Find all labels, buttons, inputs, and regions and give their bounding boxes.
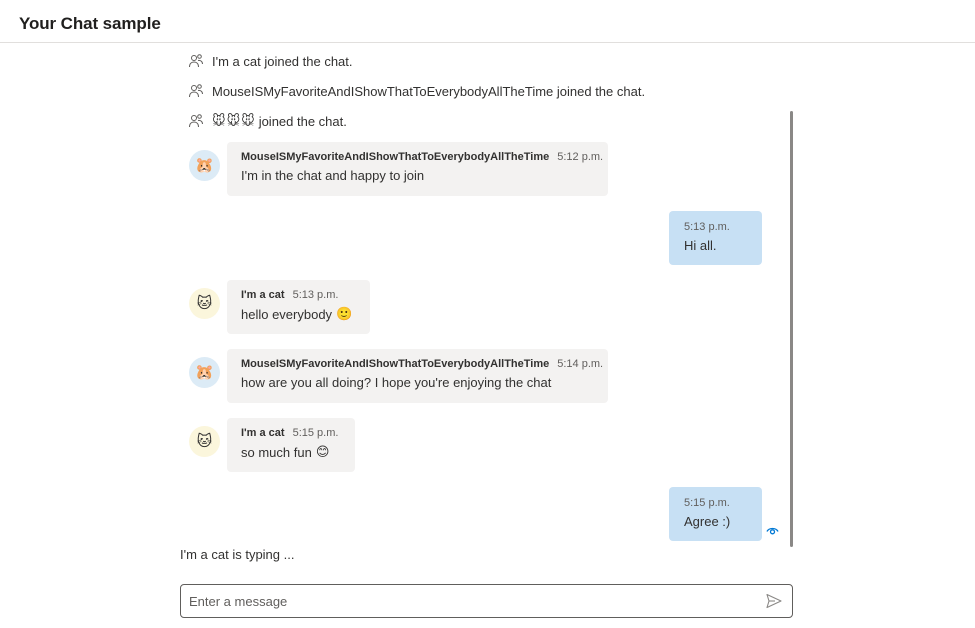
message-text: how are you all doing? I hope you're enj… bbox=[241, 375, 552, 390]
sender-name: MouseISMyFavoriteAndIShowThatToEverybody… bbox=[241, 151, 550, 163]
message-time: 5:13 p.m. bbox=[684, 221, 730, 233]
message-text: I'm in the chat and happy to join bbox=[241, 168, 425, 183]
hamster-icon: 🐹 bbox=[195, 364, 214, 381]
chat-message[interactable]: I'm a cat 5:13 p.m. hello everybody 🙂 bbox=[227, 280, 370, 334]
system-message: 🐭 🐭 🐭 joined the chat. bbox=[188, 111, 347, 131]
avatar[interactable]: 🐱 bbox=[189, 426, 220, 457]
mouse-icon: 🐭 bbox=[212, 113, 226, 128]
sender-name: MouseISMyFavoriteAndIShowThatToEverybody… bbox=[241, 358, 550, 370]
message-meta: I'm a cat 5:15 p.m. bbox=[241, 427, 341, 439]
smile-emoji-icon: 🙂 bbox=[336, 306, 353, 321]
message-meta: MouseISMyFavoriteAndIShowThatToEverybody… bbox=[241, 151, 603, 163]
mouse-icon: 🐭 bbox=[241, 113, 255, 128]
system-message-text: MouseISMyFavoriteAndIShowThatToEverybody… bbox=[212, 83, 646, 99]
system-message-text: joined the chat. bbox=[258, 113, 347, 129]
sender-name: I'm a cat bbox=[241, 427, 285, 439]
system-message-text: I'm a cat joined the chat. bbox=[212, 53, 353, 69]
own-chat-message[interactable]: 5:13 p.m. Hi all. bbox=[669, 211, 762, 265]
message-text: Hi all. bbox=[684, 238, 717, 253]
app-header: Your Chat sample bbox=[0, 0, 975, 43]
avatar[interactable]: 🐹 bbox=[189, 357, 220, 388]
message-time: 5:15 p.m. bbox=[292, 427, 339, 439]
message-input[interactable] bbox=[189, 585, 749, 617]
chat-message[interactable]: MouseISMyFavoriteAndIShowThatToEverybody… bbox=[227, 349, 608, 403]
seen-eye-icon bbox=[766, 527, 779, 535]
own-chat-message[interactable]: 5:15 p.m. Agree :) bbox=[669, 487, 762, 541]
chat-message[interactable]: I'm a cat 5:15 p.m. so much fun 😊 bbox=[227, 418, 355, 472]
avatar[interactable]: 🐹 bbox=[189, 150, 220, 181]
participant-add-icon bbox=[189, 84, 203, 98]
participant-emojis: 🐭 🐭 🐭 bbox=[212, 113, 255, 129]
send-icon[interactable] bbox=[765, 592, 783, 610]
message-meta: MouseISMyFavoriteAndIShowThatToEverybody… bbox=[241, 358, 603, 370]
typing-indicator: I'm a cat is typing ... bbox=[180, 547, 295, 562]
sender-name: I'm a cat bbox=[241, 289, 285, 301]
message-time: 5:14 p.m. bbox=[557, 358, 604, 370]
participant-add-icon bbox=[189, 114, 203, 128]
page-title: Your Chat sample bbox=[19, 14, 161, 33]
system-message: I'm a cat joined the chat. bbox=[188, 51, 353, 71]
message-text: Agree :) bbox=[684, 514, 731, 529]
message-text: so much fun 😊 bbox=[241, 444, 330, 460]
smile-emoji-icon: 😊 bbox=[315, 444, 330, 459]
system-message: MouseISMyFavoriteAndIShowThatToEverybody… bbox=[188, 81, 645, 101]
message-time: 5:15 p.m. bbox=[684, 497, 730, 509]
mouse-icon: 🐭 bbox=[226, 113, 241, 128]
avatar[interactable]: 🐱 bbox=[189, 288, 220, 319]
scrollbar[interactable] bbox=[790, 111, 793, 547]
cat-icon: 🐱 bbox=[196, 295, 213, 312]
message-meta: I'm a cat 5:13 p.m. bbox=[241, 289, 356, 301]
chat-message[interactable]: MouseISMyFavoriteAndIShowThatToEverybody… bbox=[227, 142, 608, 196]
message-text: hello everybody 🙂 bbox=[241, 306, 353, 322]
message-composer[interactable] bbox=[180, 584, 793, 618]
message-time: 5:12 p.m. bbox=[557, 151, 604, 163]
hamster-icon: 🐹 bbox=[195, 157, 214, 174]
cat-icon: 🐱 bbox=[196, 433, 213, 450]
participant-add-icon bbox=[189, 54, 203, 68]
message-time: 5:13 p.m. bbox=[292, 289, 339, 301]
